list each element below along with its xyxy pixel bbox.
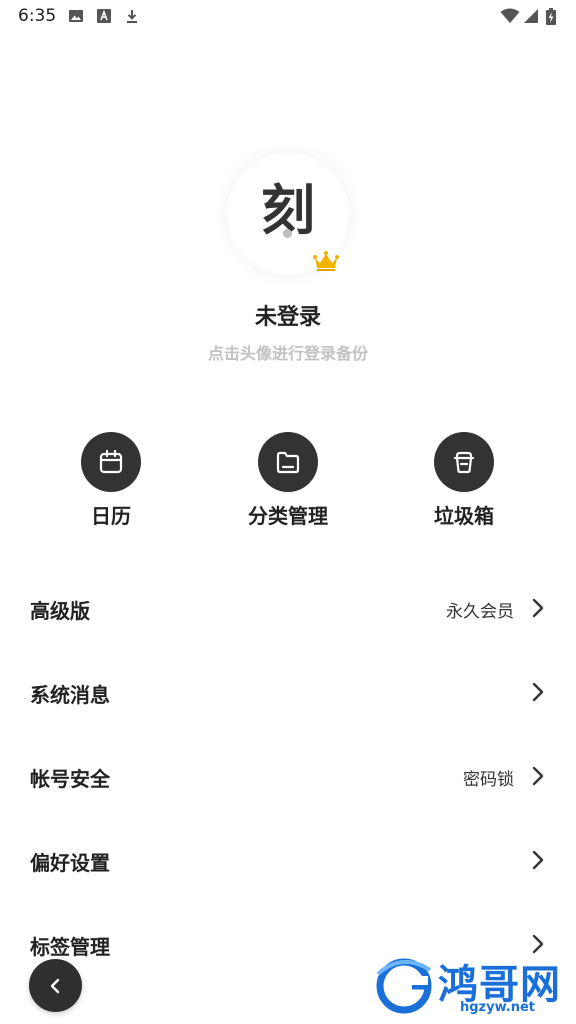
quick-action-label: 日历	[91, 504, 131, 528]
avatar-dot	[283, 229, 292, 238]
menu-item-premium[interactable]: 高级版 永久会员	[0, 567, 576, 651]
trash-icon	[434, 432, 494, 492]
menu-item-label: 系统消息	[30, 683, 110, 707]
quick-action-label: 分类管理	[248, 504, 328, 528]
calendar-icon	[81, 432, 141, 492]
wifi-icon	[500, 8, 520, 24]
status-bar: 6:35	[0, 0, 576, 36]
quick-action-calendar[interactable]: 日历	[41, 432, 181, 532]
login-hint: 点击头像进行登录备份	[207, 344, 368, 363]
font-a-icon	[96, 8, 112, 24]
watermark-logo-icon	[376, 958, 432, 1014]
quick-action-trash[interactable]: 垃圾箱	[394, 432, 534, 532]
watermark-url: hgzyw.net	[460, 1000, 536, 1015]
chevron-right-icon	[530, 765, 546, 787]
menu-item-label: 帐号安全	[30, 767, 110, 791]
menu-item-label: 偏好设置	[30, 851, 110, 875]
quick-action-label: 垃圾箱	[434, 504, 494, 528]
menu-item-label: 标签管理	[30, 935, 110, 959]
signal-icon	[523, 8, 539, 24]
quick-action-categories[interactable]: 分类管理	[218, 432, 358, 532]
chevron-left-icon	[50, 978, 60, 994]
chevron-right-icon	[530, 849, 546, 871]
menu-item-label: 高级版	[30, 599, 90, 623]
chevron-right-icon	[530, 681, 546, 703]
battery-charging-icon	[546, 8, 556, 25]
menu-item-value: 密码锁	[463, 770, 514, 790]
crown-icon	[312, 250, 340, 272]
user-name[interactable]: 未登录	[0, 299, 576, 331]
chevron-right-icon	[530, 597, 546, 619]
menu-item-preferences[interactable]: 偏好设置	[0, 819, 576, 903]
back-button[interactable]	[29, 959, 82, 1012]
folder-icon	[258, 432, 318, 492]
download-icon	[124, 8, 140, 24]
menu-item-system-messages[interactable]: 系统消息	[0, 651, 576, 735]
menu-item-value: 永久会员	[446, 602, 514, 622]
watermark: 鸿哥网 hgzyw.net	[372, 950, 572, 1020]
status-time: 6:35	[18, 6, 57, 26]
menu-item-account-security[interactable]: 帐号安全 密码锁	[0, 735, 576, 819]
image-icon	[68, 8, 84, 24]
